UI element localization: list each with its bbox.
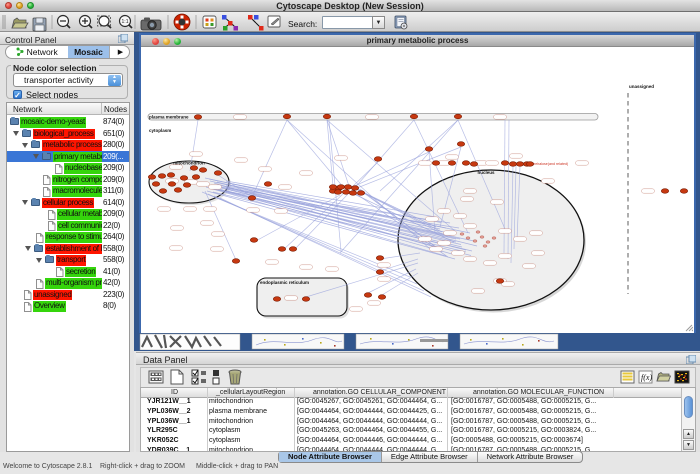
svg-text:trehalose(and related): trehalose(and related) bbox=[533, 162, 568, 166]
svg-text:plasma membrane: plasma membrane bbox=[149, 115, 189, 120]
svg-text:f(x): f(x) bbox=[641, 373, 652, 382]
svg-text:1:1: 1:1 bbox=[122, 19, 129, 25]
svg-text:unassigned: unassigned bbox=[629, 84, 654, 89]
svg-text:cytoplasm: cytoplasm bbox=[149, 128, 171, 133]
svg-text:nucleus: nucleus bbox=[477, 170, 495, 175]
svg-text:endoplasmic reticulum: endoplasmic reticulum bbox=[260, 280, 309, 285]
